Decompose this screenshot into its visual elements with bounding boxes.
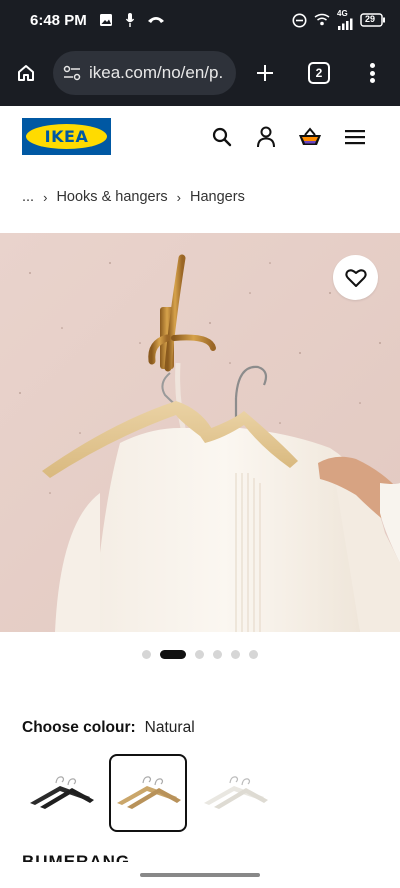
heart-icon: [344, 268, 367, 287]
wifi-call-icon: [314, 13, 330, 27]
tab-count: 2: [315, 66, 323, 80]
site-header: IKEA: [0, 106, 400, 168]
mic-icon: [125, 12, 135, 28]
favourite-button[interactable]: [333, 255, 378, 300]
status-time: 6:48 PM: [30, 11, 87, 29]
chevron-right-icon: ›: [176, 189, 182, 205]
breadcrumb-hooks-hangers[interactable]: Hooks & hangers: [56, 189, 167, 205]
home-button[interactable]: [0, 40, 52, 106]
carousel-indicator: [142, 650, 258, 659]
swatch-white[interactable]: [196, 754, 274, 832]
carousel-dot[interactable]: [195, 650, 204, 659]
new-tab-button[interactable]: [250, 40, 280, 106]
ikea-logo[interactable]: IKEA: [22, 118, 111, 155]
browser-toolbar: ikea.com/no/en/p. 2: [0, 40, 400, 106]
account-icon[interactable]: [253, 124, 279, 150]
colour-label: Choose colour:: [22, 719, 136, 736]
gallery-icon: [99, 13, 113, 27]
product-name: BUMERANG: [22, 852, 131, 862]
new-tab-icon: [257, 65, 273, 81]
gesture-bar: [140, 873, 260, 877]
menu-icon[interactable]: [342, 124, 368, 150]
carousel-dot[interactable]: [142, 650, 151, 659]
signal-icon: 4G: [337, 10, 353, 30]
tabs-icon[interactable]: 2: [308, 62, 330, 84]
breadcrumb: ... › Hooks & hangers › Hangers: [22, 186, 245, 208]
site-settings-icon[interactable]: [63, 65, 81, 81]
status-bar: 6:48 PM 4G 29: [0, 0, 400, 40]
chevron-right-icon: ›: [43, 189, 48, 205]
battery-icon: 29: [360, 13, 386, 27]
breadcrumb-hangers[interactable]: Hangers: [190, 189, 245, 205]
home-icon: [18, 65, 34, 81]
search-icon[interactable]: [209, 124, 235, 150]
battery-level: 29: [365, 14, 376, 24]
colour-chooser-label: Choose colour: Natural: [22, 719, 195, 737]
more-icon[interactable]: [364, 60, 380, 86]
call-icon: [147, 15, 165, 25]
url-text: ikea.com/no/en/p.: [89, 63, 224, 82]
swatch-natural[interactable]: [109, 754, 187, 832]
logo-text: IKEA: [44, 127, 89, 146]
colour-value: Natural: [144, 719, 195, 736]
carousel-dot[interactable]: [231, 650, 240, 659]
address-bar[interactable]: ikea.com/no/en/p.: [53, 51, 236, 95]
swatch-black[interactable]: [22, 754, 100, 832]
carousel-dot[interactable]: [213, 650, 222, 659]
breadcrumb-ellipsis[interactable]: ...: [22, 189, 34, 205]
carousel-dot-active[interactable]: [160, 650, 186, 659]
carousel-dot[interactable]: [249, 650, 258, 659]
cart-icon[interactable]: [297, 124, 323, 150]
network-label: 4G: [337, 9, 348, 18]
dnd-icon: [292, 13, 307, 28]
